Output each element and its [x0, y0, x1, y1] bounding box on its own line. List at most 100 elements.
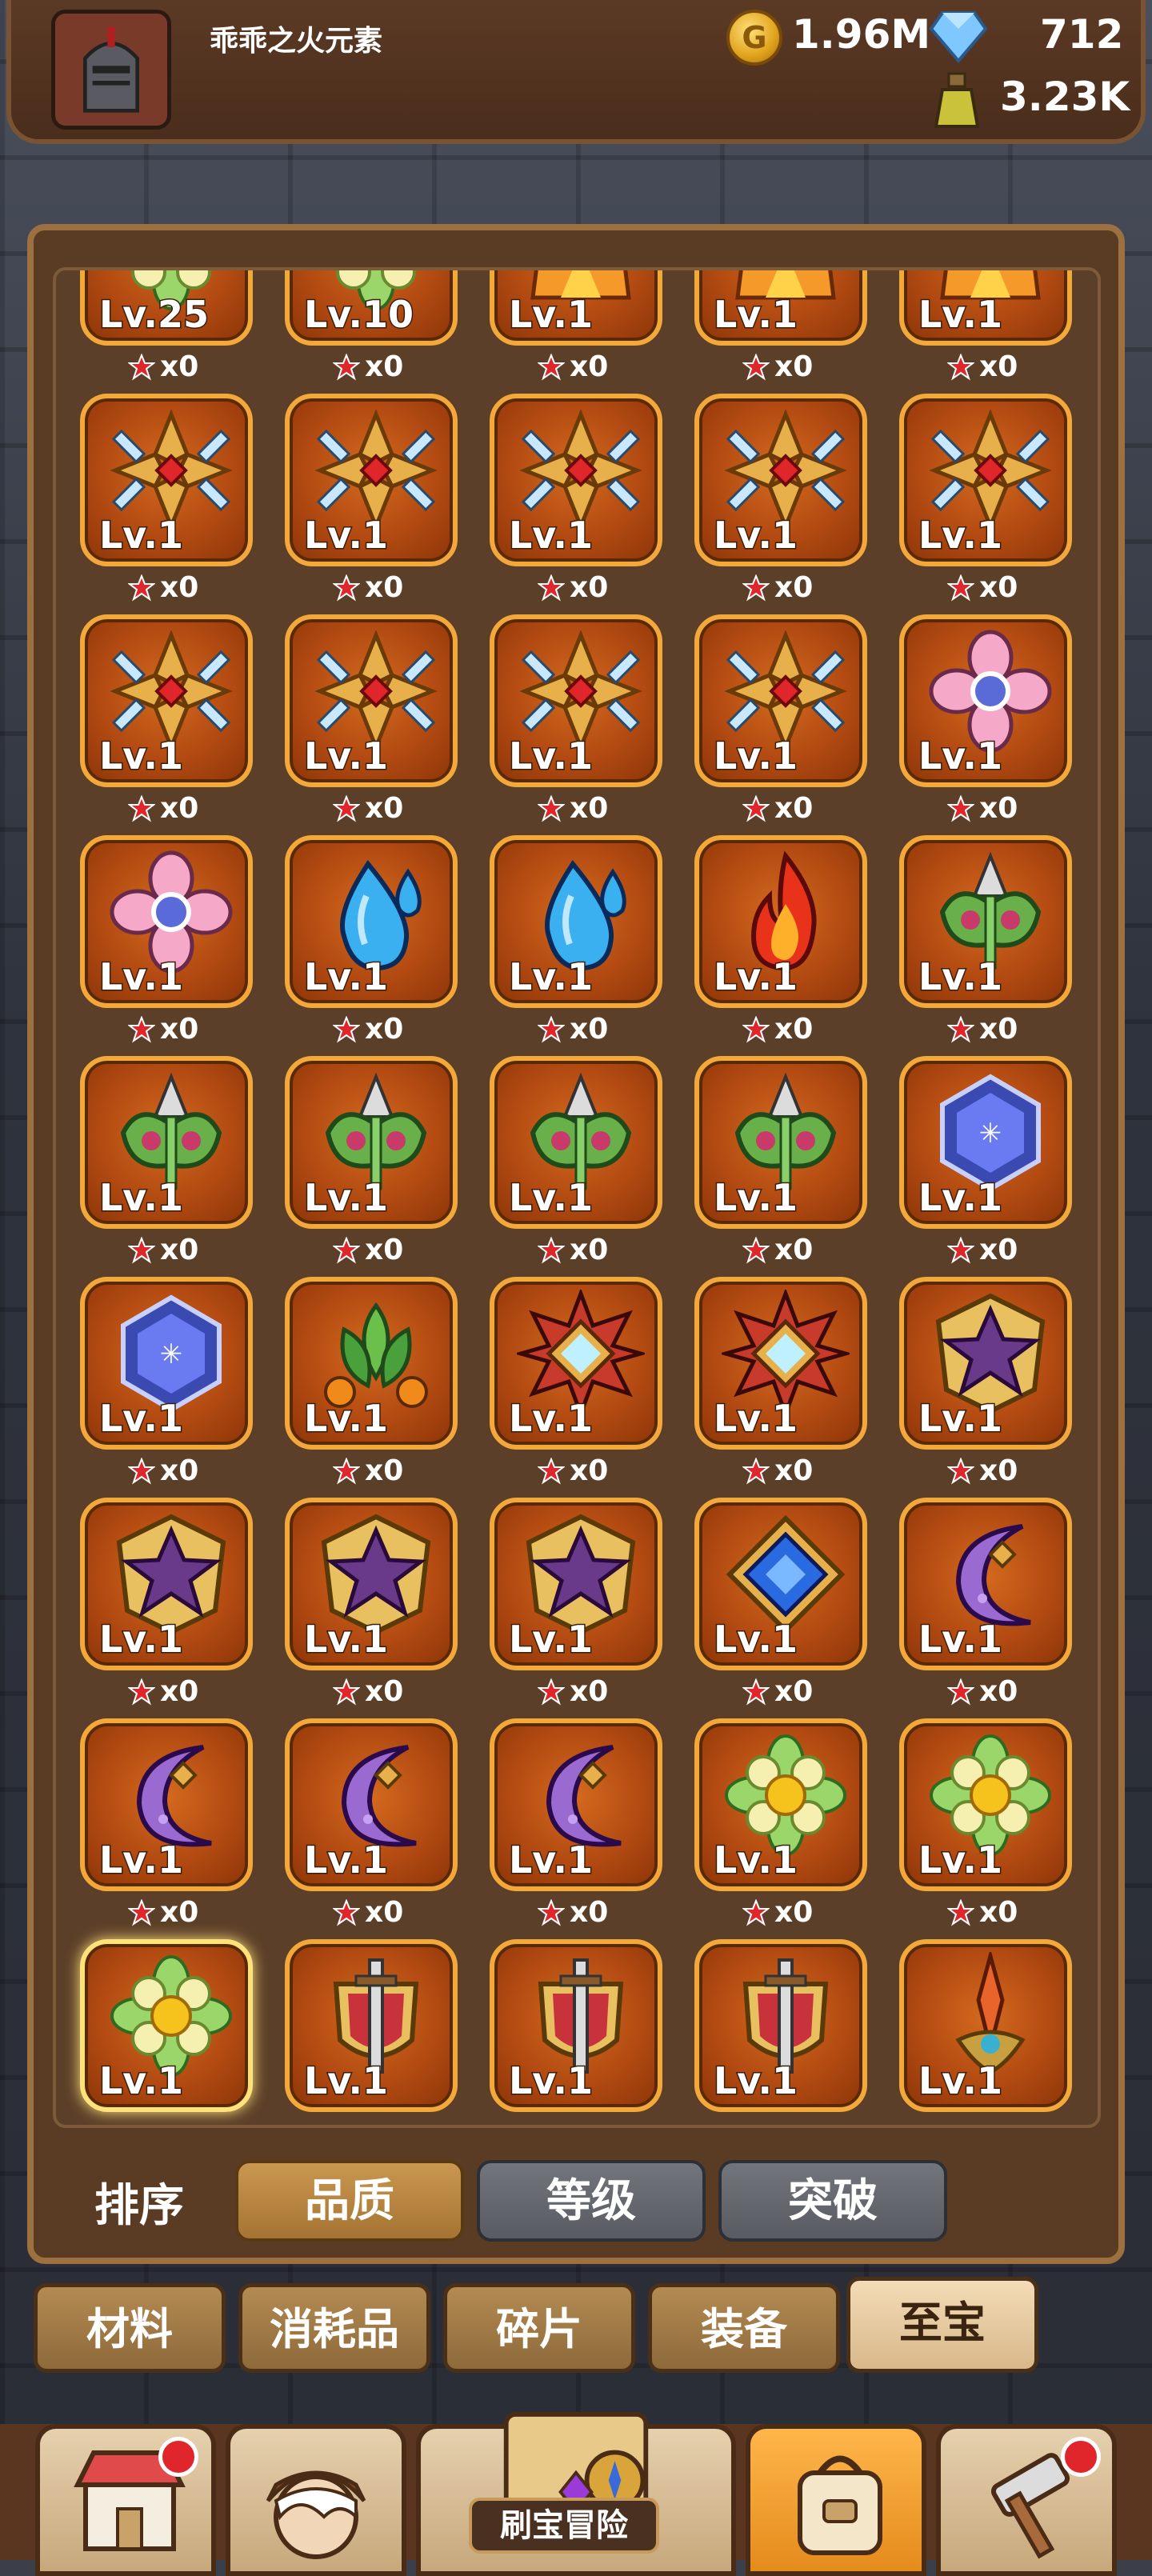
nav-forge-button[interactable] [936, 2424, 1117, 2576]
inventory-slot[interactable]: Lv.1 x0 [490, 1498, 662, 1708]
inventory-slot[interactable]: Lv.1 x0 [899, 1718, 1072, 1929]
inventory-slot[interactable]: Lv.1 x0 [285, 1277, 458, 1487]
inventory-slot[interactable]: Lv.1 [80, 1939, 253, 2125]
inventory-slot[interactable]: Lv.1 x0 [490, 614, 662, 825]
inventory-slot[interactable]: Lv.1 x0 [694, 835, 867, 1046]
item-tile[interactable]: Lv.1 [490, 270, 662, 346]
item-tile[interactable]: Lv.1 [899, 614, 1072, 787]
inventory-slot[interactable]: Lv.1 x0 [490, 1277, 662, 1487]
item-tile[interactable]: Lv.1 [80, 835, 253, 1008]
item-tile[interactable]: Lv.1 [285, 614, 458, 787]
nav-bag-button[interactable] [746, 2424, 926, 2576]
inventory-slot[interactable]: Lv.1 x0 [80, 835, 253, 1046]
inventory-slot[interactable]: Lv.1 x0 [285, 614, 458, 825]
item-tile[interactable]: Lv.25 [80, 270, 253, 346]
sort-level-button[interactable]: 等级 [477, 2160, 706, 2242]
inventory-slot[interactable]: Lv.1 x0 [285, 1498, 458, 1708]
item-tile[interactable]: Lv.1 [694, 1939, 867, 2112]
item-tile[interactable]: Lv.1 [490, 1718, 662, 1891]
item-tile[interactable]: Lv.1 [899, 1718, 1072, 1891]
item-tile[interactable]: Lv.1 [80, 1718, 253, 1891]
inventory-slot[interactable]: Lv.1 x0 [285, 394, 458, 604]
tab-treasures[interactable]: 至宝 [846, 2277, 1038, 2373]
item-tile[interactable]: Lv.1 [285, 835, 458, 1008]
sort-quality-button[interactable]: 品质 [235, 2160, 464, 2242]
item-tile[interactable]: Lv.1 [694, 1277, 867, 1450]
item-tile[interactable]: Lv.1 [694, 1056, 867, 1229]
inventory-slot[interactable]: Lv.1 x0 [899, 394, 1072, 604]
inventory-slot[interactable]: Lv.1 x0 [490, 270, 662, 383]
item-tile[interactable]: Lv.1 [285, 1498, 458, 1670]
inventory-slot[interactable]: Lv.1 x0 [80, 394, 253, 604]
item-tile[interactable]: Lv.1 [694, 614, 867, 787]
inventory-slot[interactable]: Lv.1 x0 [490, 394, 662, 604]
inventory-slot[interactable]: Lv.1 x0 [899, 270, 1072, 383]
tab-consumables[interactable]: 消耗品 [238, 2283, 430, 2373]
inventory-slot[interactable]: Lv.1 x0 [694, 1277, 867, 1487]
item-tile[interactable]: Lv.1 [694, 835, 867, 1008]
item-tile[interactable]: Lv.1 [899, 1498, 1072, 1670]
item-tile[interactable]: Lv.1 [285, 1056, 458, 1229]
item-tile[interactable]: Lv.1 [80, 614, 253, 787]
inventory-slot[interactable]: Lv.1 x0 [694, 394, 867, 604]
item-tile[interactable]: Lv.1 [80, 1939, 253, 2112]
item-tile[interactable]: Lv.1 [490, 1498, 662, 1670]
item-tile[interactable]: Lv.1 [490, 1939, 662, 2112]
item-tile[interactable]: ✳ Lv.1 [80, 1277, 253, 1450]
inventory-slot[interactable]: ✳ Lv.1 x0 [80, 1277, 253, 1487]
inventory-slot[interactable]: Lv.1 [285, 1939, 458, 2125]
item-tile[interactable]: Lv.1 [285, 394, 458, 566]
inventory-slot[interactable]: Lv.1 x0 [80, 1056, 253, 1266]
item-tile[interactable]: Lv.1 [285, 1277, 458, 1450]
inventory-slot[interactable]: Lv.1 x0 [80, 1718, 253, 1929]
inventory-slot[interactable]: Lv.1 x0 [80, 1498, 253, 1708]
sort-breakthrough-button[interactable]: 突破 [718, 2160, 947, 2242]
inventory-slot[interactable]: Lv.1 [490, 1939, 662, 2125]
item-tile[interactable]: Lv.1 [899, 270, 1072, 346]
item-tile[interactable]: Lv.1 [80, 1498, 253, 1670]
item-tile[interactable]: Lv.1 [694, 394, 867, 566]
item-tile[interactable]: Lv.1 [694, 270, 867, 346]
inventory-slot[interactable]: Lv.1 x0 [285, 1056, 458, 1266]
inventory-slot[interactable]: Lv.1 x0 [899, 835, 1072, 1046]
inventory-slot[interactable]: Lv.10 x0 [285, 270, 458, 383]
nav-hero-button[interactable] [226, 2424, 406, 2576]
inventory-slot[interactable]: Lv.1 x0 [899, 1277, 1072, 1487]
item-tile[interactable]: ✳ Lv.1 [899, 1056, 1072, 1229]
item-tile[interactable]: Lv.1 [490, 614, 662, 787]
inventory-slot[interactable]: Lv.1 x0 [899, 614, 1072, 825]
item-tile[interactable]: Lv.1 [490, 394, 662, 566]
item-tile[interactable]: Lv.1 [490, 1056, 662, 1229]
inventory-slot[interactable]: Lv.1 x0 [694, 1056, 867, 1266]
inventory-slot[interactable]: Lv.1 x0 [285, 1718, 458, 1929]
tab-materials[interactable]: 材料 [34, 2283, 226, 2373]
item-tile[interactable]: Lv.1 [899, 1939, 1072, 2112]
item-tile[interactable]: Lv.1 [80, 1056, 253, 1229]
inventory-grid-viewport[interactable]: Lv.25 x0 Lv.10 x0 Lv.1 x0 Lv.1 x0 Lv.1 x0 Lv.1 x0 Lv… [53, 267, 1101, 2128]
item-tile[interactable]: Lv.10 [285, 270, 458, 346]
inventory-slot[interactable]: Lv.1 [899, 1939, 1072, 2125]
item-tile[interactable]: Lv.1 [694, 1718, 867, 1891]
player-avatar[interactable] [51, 10, 171, 130]
item-tile[interactable]: Lv.1 [899, 394, 1072, 566]
inventory-slot[interactable]: Lv.1 x0 [694, 270, 867, 383]
tab-fragments[interactable]: 碎片 [443, 2283, 635, 2373]
item-tile[interactable]: Lv.1 [80, 394, 253, 566]
item-tile[interactable]: Lv.1 [285, 1939, 458, 2112]
inventory-slot[interactable]: Lv.1 x0 [80, 614, 253, 825]
item-tile[interactable]: Lv.1 [899, 1277, 1072, 1450]
inventory-slot[interactable]: Lv.1 x0 [694, 614, 867, 825]
inventory-slot[interactable]: Lv.1 x0 [694, 1498, 867, 1708]
item-tile[interactable]: Lv.1 [899, 835, 1072, 1008]
inventory-slot[interactable]: Lv.1 x0 [490, 1718, 662, 1929]
inventory-slot[interactable]: ✳ Lv.1 x0 [899, 1056, 1072, 1266]
inventory-slot[interactable]: Lv.1 x0 [490, 835, 662, 1046]
item-tile[interactable]: Lv.1 [285, 1718, 458, 1891]
inventory-slot[interactable]: Lv.25 x0 [80, 270, 253, 383]
item-tile[interactable]: Lv.1 [694, 1498, 867, 1670]
inventory-slot[interactable]: Lv.1 x0 [490, 1056, 662, 1266]
item-tile[interactable]: Lv.1 [490, 1277, 662, 1450]
inventory-slot[interactable]: Lv.1 x0 [285, 835, 458, 1046]
nav-shop-button[interactable] [35, 2424, 216, 2576]
item-tile[interactable]: Lv.1 [490, 835, 662, 1008]
